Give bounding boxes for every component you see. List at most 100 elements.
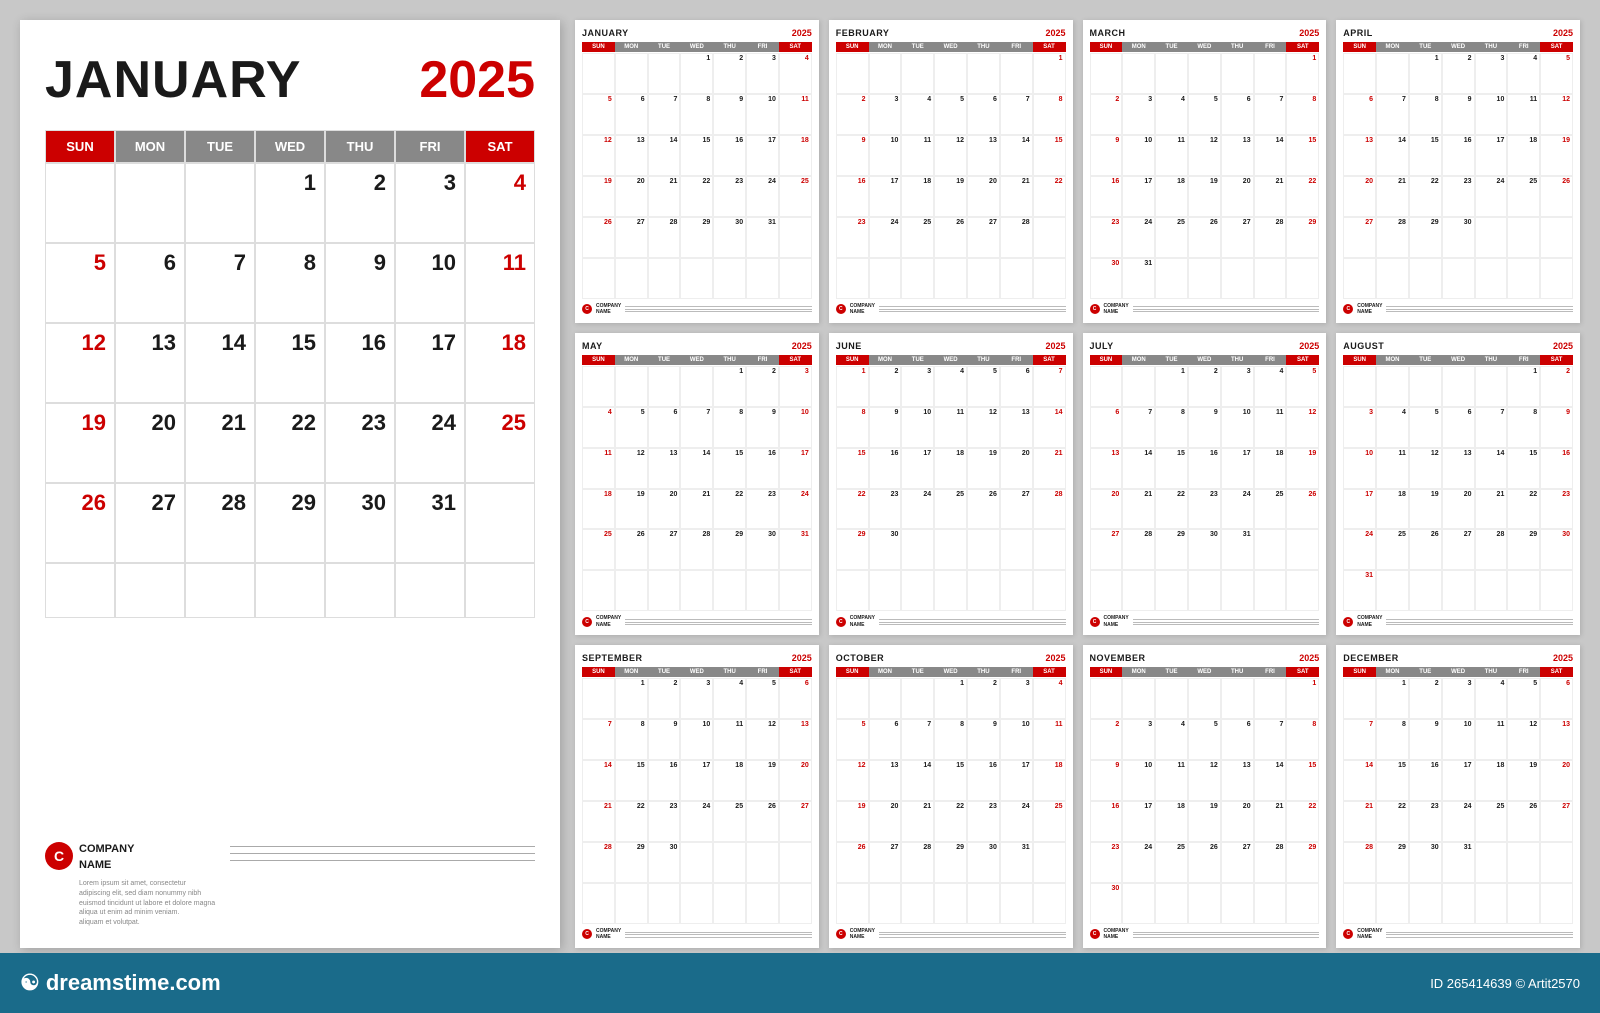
small-day-header-mon: MON (869, 667, 902, 677)
small-cal-cell: 24 (1475, 176, 1508, 217)
small-cal-cell (713, 258, 746, 299)
small-cal-cell: 5 (934, 94, 967, 135)
cal-cell-19: 19 (45, 403, 115, 483)
small-cal-week: 45678910 (582, 407, 812, 448)
small-cal-cell: 21 (901, 801, 934, 842)
cal-cell: x (45, 163, 115, 243)
small-cal-cell (1221, 883, 1254, 924)
small-cal-cell: 18 (1475, 760, 1508, 801)
small-cal-cell (746, 842, 779, 883)
small-cal-cell: 11 (1155, 760, 1188, 801)
small-day-header-sat: SAT (1033, 42, 1066, 52)
small-day-header-wed: WED (680, 42, 713, 52)
small-cal-weeks: 1234567891011121314151617181920212223242… (1343, 53, 1573, 299)
small-cal-january: JANUARY2025SUNMONTUEWEDTHUFRISAT12345678… (575, 20, 819, 323)
small-cal-week: 123456 (1343, 678, 1573, 719)
small-cal-cell (901, 678, 934, 719)
small-cal-year: 2025 (792, 341, 812, 351)
small-cal-cell (713, 883, 746, 924)
small-day-header-sat: SAT (1540, 355, 1573, 365)
small-cal-year: 2025 (1045, 341, 1065, 351)
small-day-header-sun: SUN (836, 667, 869, 677)
small-cal-cell: 12 (1540, 94, 1573, 135)
small-cal-cell: 10 (1221, 407, 1254, 448)
small-cal-cell: 14 (582, 760, 615, 801)
small-cal-footer: C COMPANYNAME (836, 303, 1066, 316)
small-cal-cell (967, 529, 1000, 570)
small-cal-cell (967, 258, 1000, 299)
small-cal-month: SEPTEMBER (582, 653, 643, 663)
small-day-header-tue: TUE (1155, 355, 1188, 365)
company-desc: Lorem ipsum sit amet, consecteturadipisc… (79, 879, 215, 928)
small-cal-week: 123456 (582, 678, 812, 719)
small-cal-week: 31 (1343, 570, 1573, 611)
cal-cell-e: x (465, 563, 535, 618)
small-cal-cell (1090, 53, 1123, 94)
day-header-thu: THU (325, 130, 395, 163)
small-cal-week: 25262728293031 (582, 529, 812, 570)
small-cal-cell (582, 883, 615, 924)
small-cal-week: 3031 (1090, 258, 1320, 299)
small-day-header-tue: TUE (648, 355, 681, 365)
small-day-header-tue: TUE (1409, 355, 1442, 365)
small-cal-cell: 30 (713, 217, 746, 258)
small-cal-cell: 6 (648, 407, 681, 448)
small-day-header-sun: SUN (1343, 667, 1376, 677)
small-cal-july: JULY2025SUNMONTUEWEDTHUFRISAT12345678910… (1083, 333, 1327, 636)
small-cal-march: MARCH2025SUNMONTUEWEDTHUFRISAT1234567891… (1083, 20, 1327, 323)
small-cal-week: 282930 (582, 842, 812, 883)
small-cal-cell: 7 (1122, 407, 1155, 448)
small-cal-cell: 18 (1033, 760, 1066, 801)
day-header-fri: FRI (395, 130, 465, 163)
small-cal-cell: 20 (648, 489, 681, 530)
small-cal-cell (1475, 570, 1508, 611)
small-cal-cell (648, 258, 681, 299)
small-company-lines (1133, 306, 1320, 312)
small-cal-cell: 30 (1090, 258, 1123, 299)
small-cal-cell (1033, 883, 1066, 924)
small-cal-cell: 22 (1376, 801, 1409, 842)
small-cal-header: NOVEMBER2025 (1090, 653, 1320, 663)
small-cal-cell: 19 (1188, 801, 1221, 842)
small-cal-cell: 25 (1155, 217, 1188, 258)
small-company-lines (879, 932, 1066, 938)
small-cal-cell: 6 (1090, 407, 1123, 448)
small-cal-cell: 10 (1122, 760, 1155, 801)
small-cal-cell: 3 (1000, 678, 1033, 719)
small-cal-cell: 7 (582, 719, 615, 760)
small-day-header-thu: THU (967, 355, 1000, 365)
small-company-text: COMPANYNAME (1104, 928, 1129, 941)
small-cal-cell: 16 (1090, 801, 1123, 842)
small-cal-cell: 3 (1221, 366, 1254, 407)
small-day-header-thu: THU (1475, 42, 1508, 52)
small-cal-cell (1090, 570, 1123, 611)
small-cal-cell (1122, 366, 1155, 407)
small-cal-cell (869, 258, 902, 299)
small-cal-cell: 5 (582, 94, 615, 135)
small-cal-week: 12131415161718 (836, 760, 1066, 801)
cal-cell-12: 12 (45, 323, 115, 403)
small-cal-cell: 13 (1000, 407, 1033, 448)
small-cal-cell (1343, 258, 1376, 299)
small-cal-week: 20212223242526 (1343, 176, 1573, 217)
small-day-header-thu: THU (1475, 667, 1508, 677)
small-day-header-wed: WED (934, 667, 967, 677)
small-cal-cell (1376, 570, 1409, 611)
small-cal-cell: 5 (1188, 94, 1221, 135)
cal-cell-20: 20 (115, 403, 185, 483)
cal-cell-8: 8 (255, 243, 325, 323)
small-cal-cell: 29 (836, 529, 869, 570)
small-cal-cell (680, 258, 713, 299)
small-cal-cell: 7 (1376, 94, 1409, 135)
small-cal-cell: 29 (1409, 217, 1442, 258)
small-cal-cell: 19 (1188, 176, 1221, 217)
small-cal-cell (1409, 570, 1442, 611)
small-day-header-thu: THU (713, 355, 746, 365)
small-cal-cell: 27 (1221, 842, 1254, 883)
small-company-lines (1133, 932, 1320, 938)
small-cal-cell: 25 (1155, 842, 1188, 883)
small-cal-weeks: 1234567891011121314151617181920212223242… (582, 53, 812, 299)
small-cal-cell: 23 (1188, 489, 1221, 530)
small-cal-cell: 25 (1507, 176, 1540, 217)
small-cal-cell: 24 (869, 217, 902, 258)
